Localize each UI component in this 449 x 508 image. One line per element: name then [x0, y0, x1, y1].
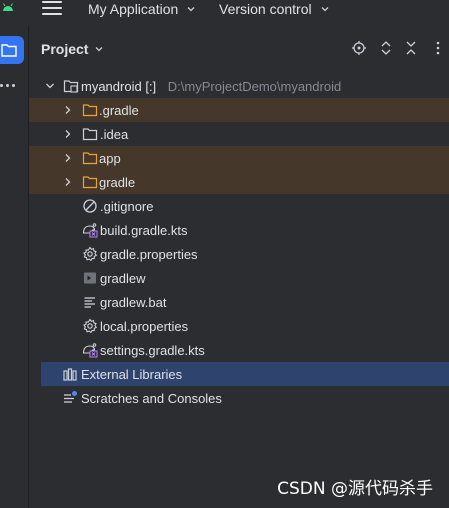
panel-title: Project: [41, 41, 89, 57]
gradle-kts-icon: [82, 343, 98, 358]
tree-root-label: myandroid [:] D:\myProjectDemo\myandroid: [81, 79, 341, 94]
tree-row-gradlew[interactable]: gradlew: [30, 266, 449, 290]
ignore-file-icon: [83, 199, 97, 213]
project-switcher-label: My Application: [88, 1, 179, 17]
chevron-down-icon: [321, 7, 329, 12]
tree-row-settings-gradle-kts[interactable]: settings.gradle.kts: [30, 338, 449, 362]
ide-window: My Application Version control Project m…: [0, 0, 449, 508]
project-tool-button[interactable]: [0, 36, 24, 64]
chevron-right-icon[interactable]: [63, 105, 73, 115]
tree-row-build-gradle-kts[interactable]: build.gradle.kts: [30, 218, 449, 242]
collapse-all-icon[interactable]: [403, 40, 419, 56]
locate-file-icon[interactable]: [351, 40, 367, 56]
tree-row-app-dir[interactable]: app: [29, 146, 449, 170]
project-tree: myandroid [:] D:\myProjectDemo\myandroid…: [29, 74, 449, 410]
tree-row-gradle-dir[interactable]: .gradle: [29, 98, 449, 122]
chevron-right-icon[interactable]: [63, 129, 73, 139]
vcs-widget[interactable]: Version control: [219, 0, 330, 18]
main-menu-icon[interactable]: [42, 1, 62, 15]
root-name: myandroid: [81, 78, 142, 94]
terminal-icon: [84, 272, 96, 284]
gradle-kts-icon: [82, 223, 98, 238]
more-tool-windows-icon[interactable]: [0, 84, 18, 92]
panel-header: Project: [30, 26, 449, 72]
scratches-icon: [64, 391, 77, 403]
tree-item-label: gradle: [99, 174, 136, 190]
tree-item-label: gradlew.bat: [100, 294, 167, 310]
project-switcher[interactable]: My Application: [88, 0, 196, 18]
tree-row-idea-dir[interactable]: .idea: [30, 122, 449, 146]
tool-window-bar: [0, 26, 29, 508]
library-icon: [63, 368, 77, 381]
folder-icon: [82, 104, 98, 117]
tree-item-label: gradle.properties: [100, 246, 198, 262]
tree-row-gitignore[interactable]: .gitignore: [30, 194, 449, 218]
chevron-down-icon: [187, 7, 195, 12]
root-path: D:\myProjectDemo\myandroid: [167, 78, 342, 94]
main-toolbar: My Application Version control: [0, 0, 449, 26]
root-module-marker: [:]: [145, 78, 157, 94]
project-panel: Project myandroid [:] D:\myProjectDemo\m…: [29, 26, 449, 508]
folder-icon: [82, 176, 98, 189]
chevron-down-icon[interactable]: [45, 81, 55, 91]
watermark-text: CSDN @源代码杀手: [277, 479, 433, 499]
tree-item-label: .gradle: [99, 102, 139, 118]
chevron-right-icon[interactable]: [63, 177, 73, 187]
tree-row-gradle-properties[interactable]: gradle.properties: [30, 242, 449, 266]
tree-row-external-libraries[interactable]: External Libraries: [41, 362, 449, 386]
gear-icon: [83, 318, 98, 334]
tree-item-label: local.properties: [100, 318, 189, 334]
folder-icon: [82, 128, 98, 141]
tree-row-root[interactable]: myandroid [:] D:\myProjectDemo\myandroid: [30, 74, 449, 98]
tree-item-label: build.gradle.kts: [100, 222, 188, 238]
project-view-selector[interactable]: Project: [41, 41, 104, 57]
options-menu-icon[interactable]: [430, 40, 446, 56]
tree-row-local-properties[interactable]: local.properties: [30, 314, 449, 338]
tree-item-label: External Libraries: [81, 366, 183, 382]
android-logo-icon: [3, 3, 13, 11]
chevron-right-icon[interactable]: [63, 153, 73, 163]
gear-icon: [83, 246, 98, 262]
vcs-widget-label: Version control: [219, 1, 312, 17]
tree-item-label: app: [99, 150, 121, 166]
tree-item-label: Scratches and Consoles: [81, 390, 222, 406]
tree-row-scratches[interactable]: Scratches and Consoles: [30, 386, 449, 410]
text-file-icon: [84, 297, 95, 308]
tree-item-label: .gitignore: [100, 198, 154, 214]
tree-row-gradlew-bat[interactable]: gradlew.bat: [30, 290, 449, 314]
expand-all-icon[interactable]: [378, 40, 394, 56]
chevron-down-icon: [96, 47, 103, 52]
folder-icon: [82, 152, 98, 165]
tree-item-label: .idea: [100, 126, 129, 142]
folder-icon: [1, 44, 17, 57]
tree-item-label: gradlew: [100, 270, 146, 286]
tree-row-gradle-wrapper-dir[interactable]: gradle: [29, 170, 449, 194]
module-folder-icon: [63, 80, 79, 93]
tree-item-label: settings.gradle.kts: [100, 342, 205, 358]
